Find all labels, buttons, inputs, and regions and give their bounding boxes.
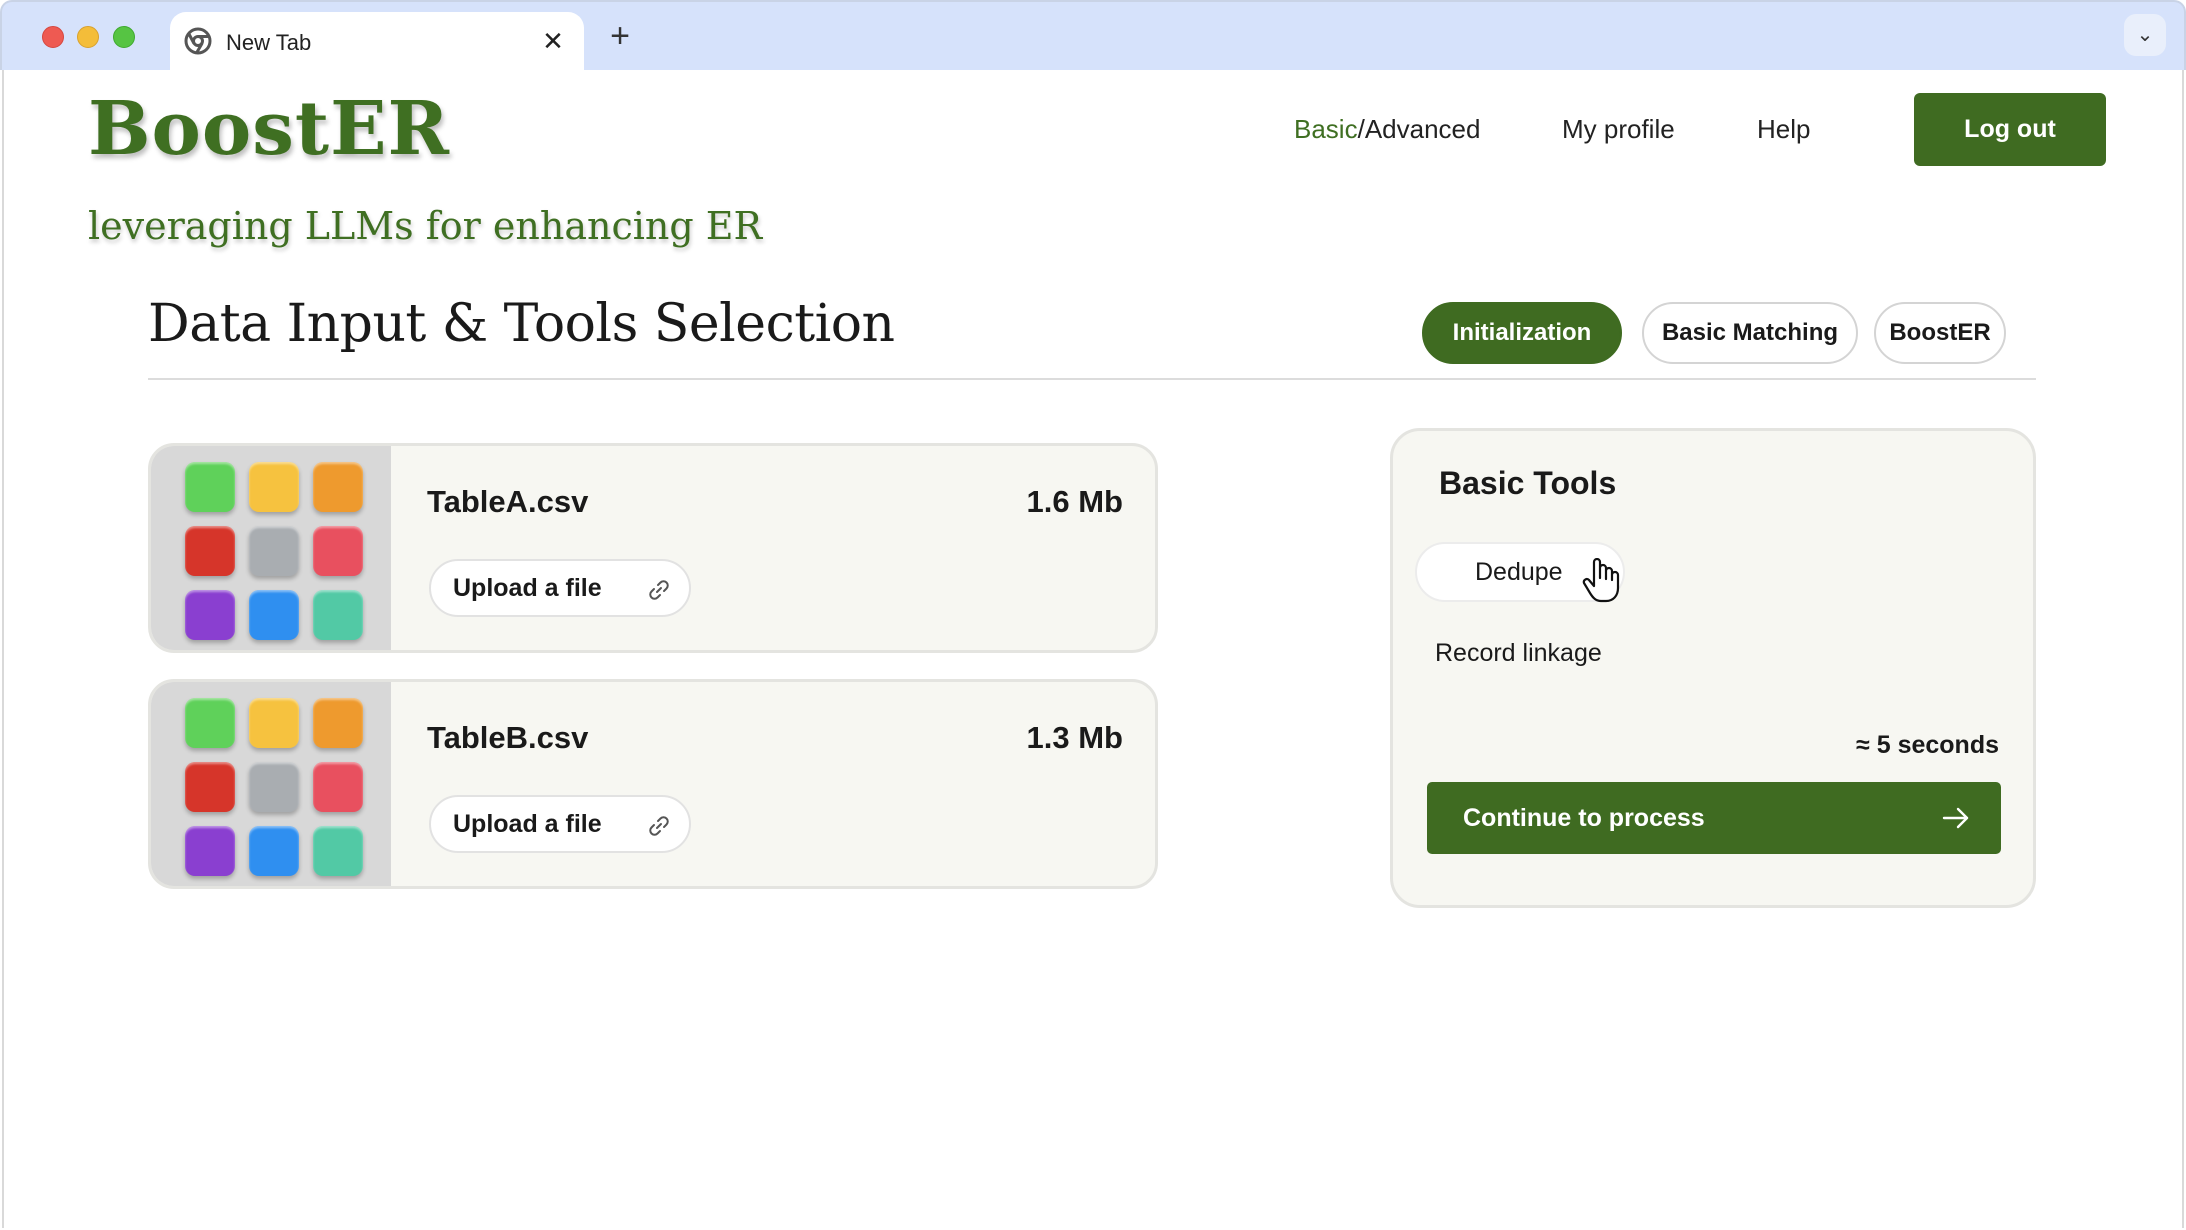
step-basic-matching[interactable]: Basic Matching [1642, 302, 1858, 364]
app-tile-icon [249, 762, 299, 812]
browser-tab[interactable]: New Tab ✕ [170, 12, 584, 72]
mode-advanced-link[interactable]: Advanced [1365, 114, 1481, 144]
brand-logo[interactable]: BoostER [88, 86, 450, 172]
app-tile-icon [249, 698, 299, 748]
step-initialization[interactable]: Initialization [1422, 302, 1622, 364]
basic-tools-panel: Basic Tools Dedupe Record linkage ≈ 5 se… [1390, 428, 2036, 908]
app-tile-icon [313, 826, 363, 876]
nav-help[interactable]: Help [1757, 114, 1810, 145]
tool-option-dedupe[interactable]: Dedupe [1415, 542, 1625, 603]
logout-button[interactable]: Log out [1914, 93, 2106, 166]
upload-file-button[interactable]: Upload a file [429, 795, 691, 853]
file-name: TableA.csv [427, 484, 589, 519]
file-size: 1.6 Mb [1026, 484, 1123, 519]
upload-file-label: Upload a file [453, 810, 602, 838]
file-thumbnail [151, 446, 391, 650]
tool-option-record-linkage[interactable]: Record linkage [1435, 639, 1602, 668]
app-tile-icon [249, 462, 299, 512]
time-estimate: ≈ 5 seconds [1856, 731, 1999, 759]
chrome-icon [184, 27, 212, 55]
app-tile-icon [313, 698, 363, 748]
app-tile-icon [249, 826, 299, 876]
app-tile-icon [185, 826, 235, 876]
mode-basic-link[interactable]: Basic [1294, 114, 1358, 144]
step-booster[interactable]: BoostER [1874, 302, 2006, 364]
app-tile-icon [313, 590, 363, 640]
browser-tab-bar: New Tab ✕ + ⌄ [0, 0, 2186, 72]
app-tile-icon [185, 698, 235, 748]
file-name: TableB.csv [427, 720, 589, 755]
tab-title: New Tab [226, 30, 312, 55]
arrow-right-icon [1942, 807, 1969, 829]
tool-option-label: Dedupe [1475, 558, 1563, 586]
app-tile-icon [185, 462, 235, 512]
mode-toggle[interactable]: Basic/Advanced [1294, 114, 1480, 145]
hand-cursor-icon [1582, 558, 1620, 603]
app-tile-icon [313, 526, 363, 576]
file-thumbnail [151, 682, 391, 886]
close-icon[interactable]: ✕ [538, 24, 568, 58]
app-tile-icon [249, 526, 299, 576]
window-maximize-button[interactable] [113, 26, 135, 48]
continue-to-process-button[interactable]: Continue to process [1427, 782, 2001, 854]
mode-separator: / [1357, 114, 1365, 144]
nav-my-profile[interactable]: My profile [1562, 114, 1675, 145]
app-tile-icon [249, 590, 299, 640]
plus-icon[interactable]: + [602, 16, 638, 56]
chevron-down-icon[interactable]: ⌄ [2124, 14, 2166, 56]
app-tile-icon [313, 462, 363, 512]
app-tile-icon [185, 590, 235, 640]
app-icons-grid [185, 462, 363, 640]
upload-file-button[interactable]: Upload a file [429, 559, 691, 617]
brand-tagline: leveraging LLMs for enhancing ER [88, 204, 763, 248]
tools-title: Basic Tools [1439, 465, 1617, 501]
app-icons-grid [185, 698, 363, 876]
file-card-table-a: TableA.csv 1.6 Mb Upload a file [148, 443, 1158, 653]
link-icon [649, 580, 669, 600]
app-tile-icon [313, 762, 363, 812]
section-divider [148, 378, 2036, 380]
app-tile-icon [185, 762, 235, 812]
file-card-table-b: TableB.csv 1.3 Mb Upload a file [148, 679, 1158, 889]
link-icon [649, 816, 669, 836]
file-size: 1.3 Mb [1026, 720, 1123, 755]
continue-label: Continue to process [1463, 804, 1705, 832]
page-title: Data Input & Tools Selection [148, 294, 895, 354]
window-close-button[interactable] [42, 26, 64, 48]
app-tile-icon [185, 526, 235, 576]
window-minimize-button[interactable] [77, 26, 99, 48]
upload-file-label: Upload a file [453, 574, 602, 602]
